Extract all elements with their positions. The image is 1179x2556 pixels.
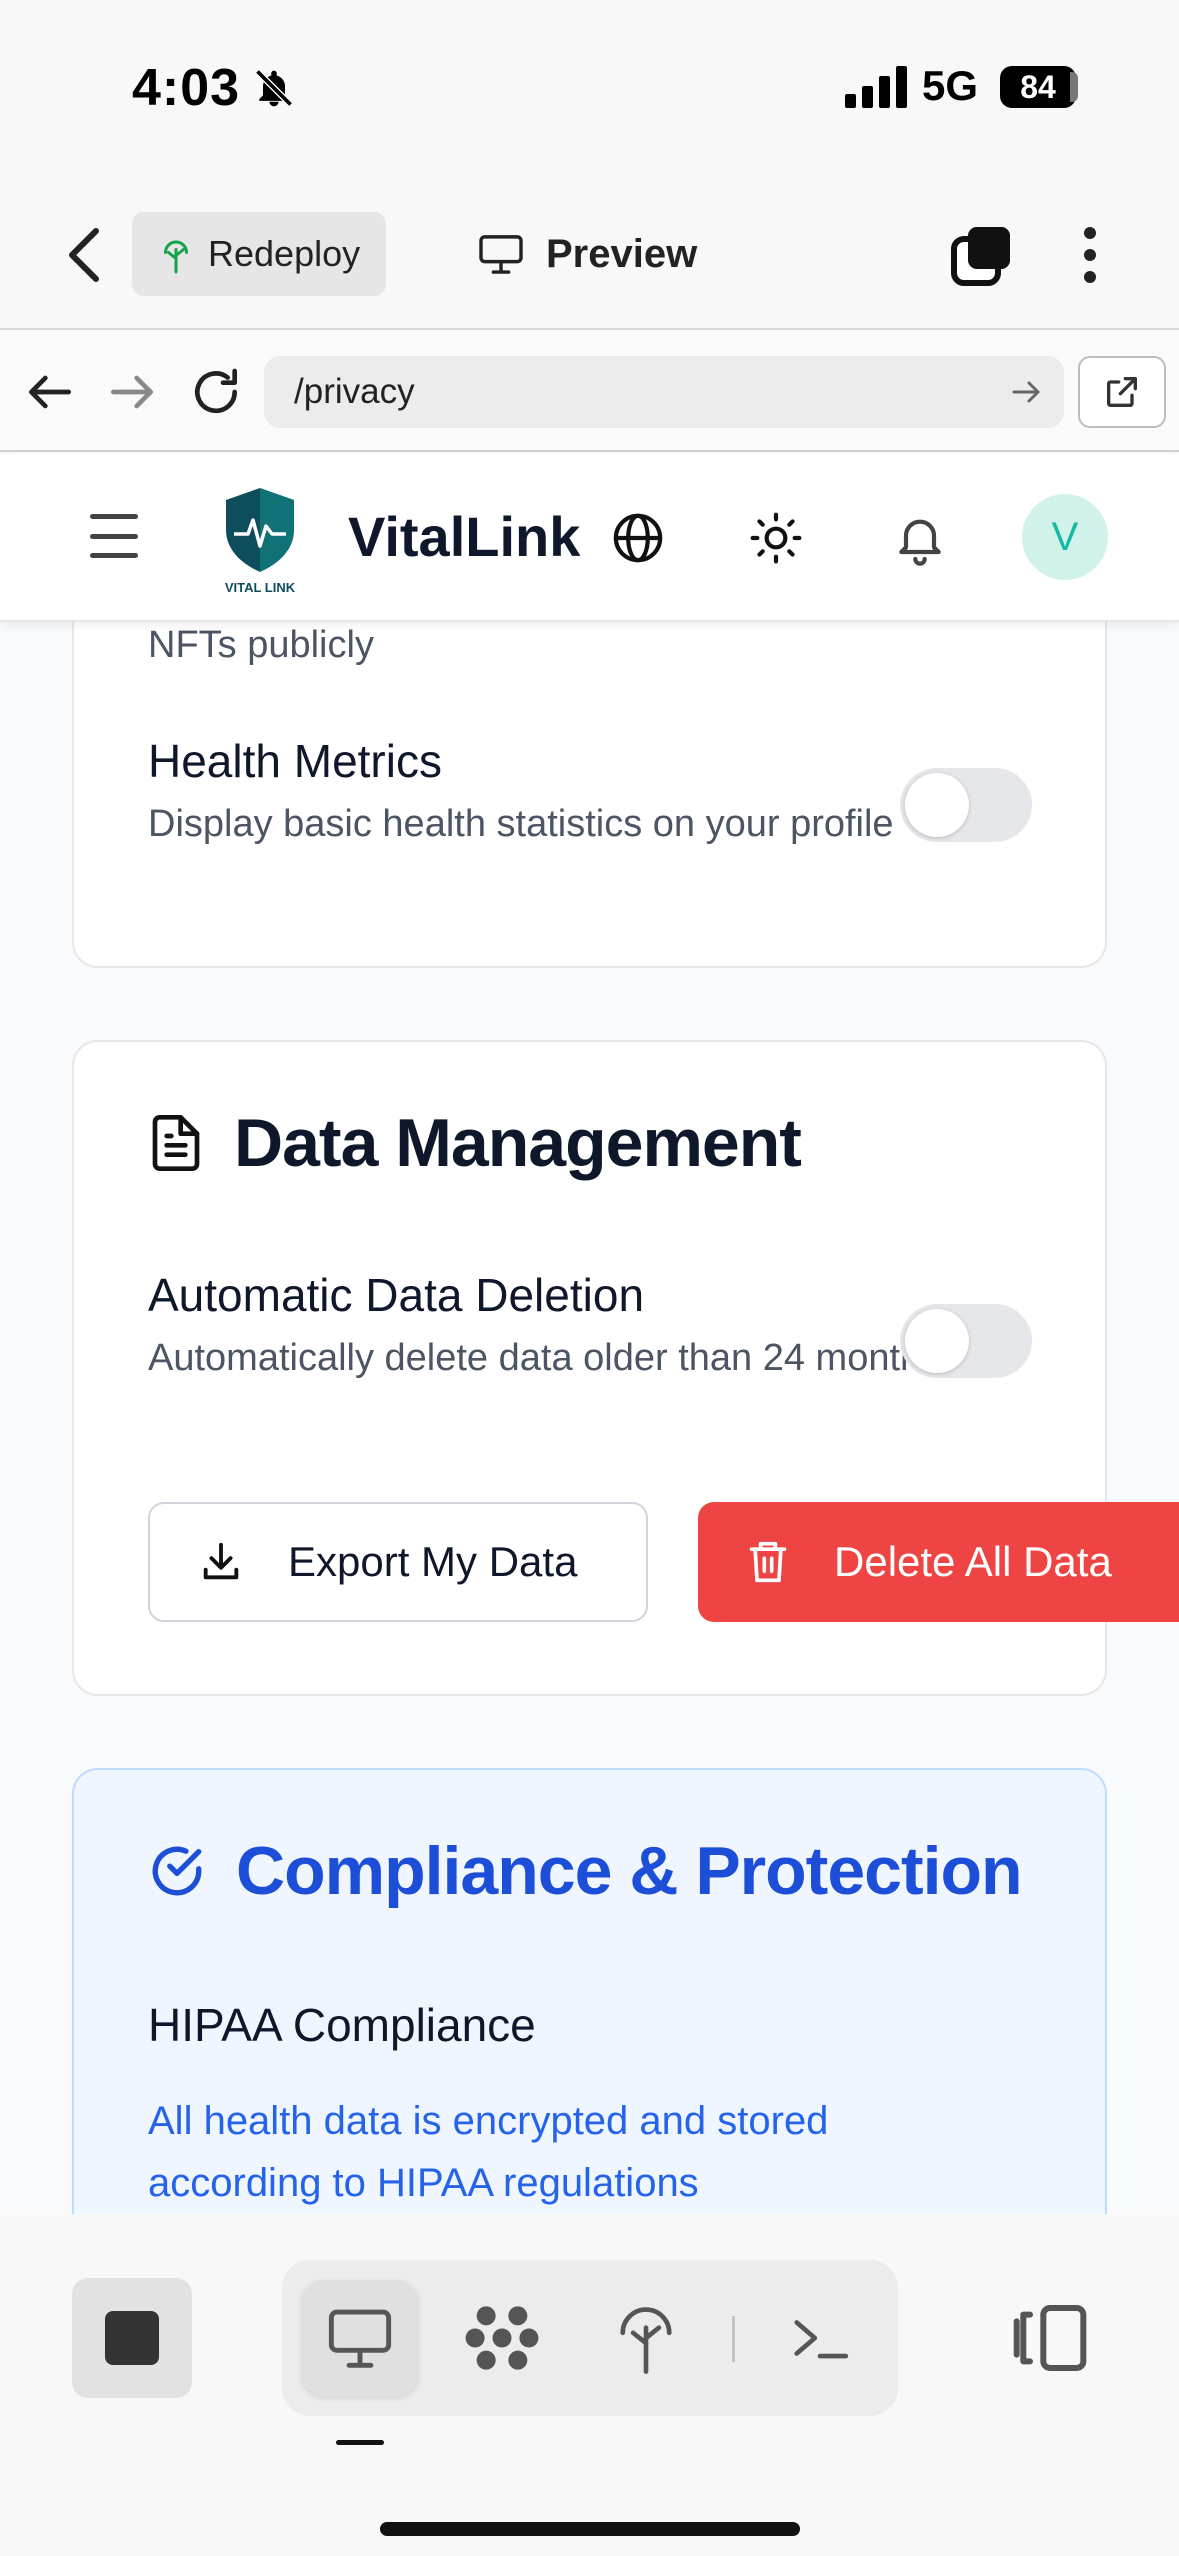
tabs-icon[interactable]: [950, 223, 1014, 287]
auto-deletion-toggle[interactable]: [900, 1304, 1032, 1378]
delete-all-data-label: Delete All Data: [834, 1538, 1112, 1585]
sidebar-toggle-icon[interactable]: [1010, 2298, 1090, 2378]
globe-icon[interactable]: [610, 510, 666, 566]
apps-icon: [465, 2306, 539, 2370]
status-time: 4:03: [132, 59, 241, 117]
signal-icon: [845, 66, 907, 108]
terminal-icon: [794, 2320, 849, 2359]
privacy-page-content[interactable]: NFTs publicly Health Metrics Display bas…: [0, 622, 1179, 2214]
desktop-icon: [328, 2309, 392, 2368]
stop-icon: [105, 2311, 159, 2365]
health-metrics-description: Display basic health statistics on your …: [148, 803, 894, 845]
user-avatar[interactable]: V: [1022, 494, 1108, 580]
monitor-icon: [479, 235, 523, 274]
browser-nav-bar: /privacy: [0, 332, 1179, 452]
hamburger-menu-icon[interactable]: [90, 514, 138, 558]
auto-deletion-description: Automatically delete data older than 24 …: [148, 1337, 941, 1379]
open-external-button[interactable]: [1078, 356, 1166, 428]
compliance-card: Compliance & Protection HIPAA Compliance…: [72, 1768, 1107, 2214]
view-switcher: [282, 2260, 898, 2416]
data-management-title: Data Management: [234, 1105, 802, 1181]
compliance-title: Compliance & Protection: [236, 1833, 1023, 1909]
data-management-card: Data Management Automatic Data Deletion …: [72, 1040, 1179, 1696]
export-data-label: Export My Data: [288, 1538, 578, 1585]
go-arrow-icon[interactable]: [1008, 374, 1044, 410]
browser-forward-icon[interactable]: [104, 364, 160, 420]
check-circle-icon: [152, 1846, 202, 1896]
deploy-tree-icon: [164, 240, 188, 274]
deploy-icon: [620, 2307, 672, 2374]
terminal-view-tab[interactable]: [762, 2280, 878, 2396]
preview-button[interactable]: Preview: [478, 212, 697, 296]
theme-sun-icon[interactable]: [748, 510, 804, 566]
preview-label: Preview: [546, 231, 698, 276]
url-field[interactable]: /privacy: [264, 356, 1064, 428]
auto-deletion-title: Automatic Data Deletion: [148, 1269, 645, 1321]
trash-icon: [749, 1541, 787, 1583]
apps-view-tab[interactable]: [444, 2280, 560, 2396]
desktop-view-tab[interactable]: [302, 2280, 418, 2396]
redeploy-button[interactable]: Redeploy: [132, 212, 386, 296]
export-data-button[interactable]: Export My Data: [148, 1502, 648, 1622]
download-icon: [203, 1542, 239, 1580]
notification-bell-icon[interactable]: [892, 510, 948, 566]
status-bar: 4:03 5G 84: [0, 0, 1179, 175]
reload-icon[interactable]: [188, 364, 244, 420]
hipaa-title: HIPAA Compliance: [148, 1999, 536, 2051]
delete-all-data-button[interactable]: Delete All Data: [698, 1502, 1179, 1622]
battery-level: 84: [1000, 66, 1076, 108]
app-top-bar: Redeploy Preview: [0, 175, 1179, 330]
health-metrics-title: Health Metrics: [148, 735, 442, 787]
site-header: VITAL LINK VitalLink V: [0, 454, 1179, 622]
stop-button[interactable]: [72, 2278, 192, 2398]
brand-name[interactable]: VitalLink: [348, 504, 580, 569]
redeploy-label: Redeploy: [208, 233, 361, 274]
external-link-icon: [1107, 377, 1137, 407]
browser-back-icon[interactable]: [22, 364, 78, 420]
deploy-view-tab[interactable]: [588, 2280, 704, 2396]
more-options-icon[interactable]: [1070, 223, 1110, 287]
health-metrics-toggle[interactable]: [900, 768, 1032, 842]
compliance-heading: Compliance & Protection: [148, 1832, 1023, 1910]
hipaa-description: All health data is encrypted and stored …: [148, 2099, 829, 2205]
back-chevron-icon[interactable]: [60, 225, 110, 285]
network-type: 5G: [922, 62, 979, 109]
active-tab-indicator: [336, 2440, 384, 2445]
bell-off-icon: [255, 69, 293, 107]
battery-tip: [1070, 72, 1078, 102]
url-text: /privacy: [294, 372, 415, 411]
data-management-heading: Data Management: [148, 1104, 802, 1182]
document-icon: [152, 1115, 200, 1171]
svg-text:VITAL LINK: VITAL LINK: [225, 580, 296, 595]
home-indicator: [380, 2522, 800, 2536]
vitallink-logo[interactable]: VITAL LINK: [210, 484, 310, 596]
segment-divider: [732, 2316, 735, 2362]
profile-visibility-card: NFTs publicly Health Metrics Display bas…: [72, 622, 1107, 968]
clipped-setting-text: NFTs publicly: [148, 624, 374, 666]
bottom-dock: [0, 2214, 1179, 2556]
